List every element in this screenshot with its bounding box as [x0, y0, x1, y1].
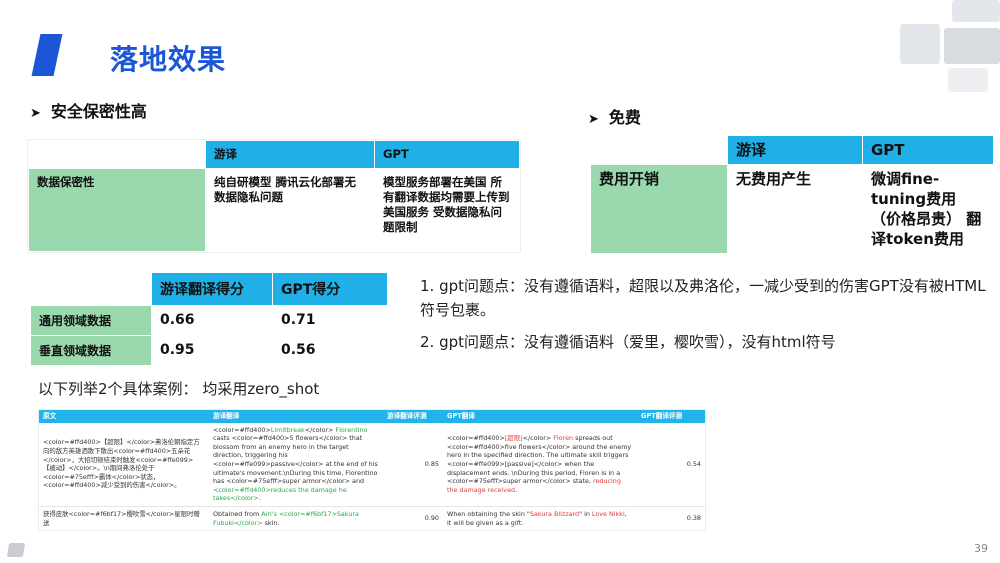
- score-table: 游译翻译得分 GPT得分 通用领域数据 0.66 0.71 垂直领域数据 0.9…: [30, 272, 388, 366]
- case-header-gpt-score: GPT翻译评测: [637, 409, 706, 423]
- col-header-youyi: 游译: [727, 135, 863, 165]
- page-number: 39: [974, 542, 988, 555]
- youyi-vertical-score: 0.95: [151, 335, 273, 366]
- brand-logo-icon: [6, 543, 26, 557]
- security-table: 游译 GPT 数据保密性 纯自研模型 腾讯云化部署无数据隐私问题 模型服务部署在…: [28, 140, 520, 252]
- title-accent-bar: [31, 34, 63, 76]
- security-heading-text: 安全保密性高: [50, 102, 147, 121]
- security-heading: ➤ 安全保密性高: [30, 98, 147, 122]
- col-header-youyi-score: 游译翻译得分: [151, 272, 273, 306]
- arrow-bullet-icon: ➤: [588, 112, 599, 127]
- gpt-vertical-score: 0.56: [272, 335, 388, 366]
- youyi-general-score: 0.66: [151, 305, 273, 336]
- youyi-cost-cell: 无费用产生: [727, 164, 863, 254]
- row-label-cost: 费用开销: [590, 164, 728, 254]
- gpt-cost-cell: 微调fine-tuning费用（价格昂贵） 翻译token费用: [862, 164, 994, 254]
- case-source-cell: <color=#ffd400>【超限】</color>弗洛伦朝指定方向的敌方英雄…: [38, 422, 209, 507]
- col-header-youyi: 游译: [205, 140, 375, 169]
- arrow-bullet-icon: ➤: [30, 106, 41, 121]
- case-youyi-cell: Obtained from Airi's <color=#f6bf17>Saku…: [213, 509, 359, 527]
- col-header-gpt-score: GPT得分: [272, 272, 388, 306]
- row-label-general: 通用领域数据: [30, 305, 152, 336]
- point-2: 2. gpt问题点：没有遵循语料（爱里，樱吹雪），没有html符号: [420, 333, 836, 351]
- gpt-general-score: 0.71: [272, 305, 388, 336]
- col-header-gpt: GPT: [374, 140, 520, 169]
- case-gpt-score: 0.38: [686, 514, 701, 523]
- cases-caption: 以下列举2个具体案例： 均采用zero_shot: [38, 380, 320, 398]
- case-header-gpt: GPT翻译: [443, 409, 637, 423]
- case-gpt-score: 0.54: [637, 422, 706, 507]
- cost-heading-text: 免费: [608, 108, 641, 127]
- row-label-vertical: 垂直领域数据: [30, 335, 152, 366]
- case-youyi-score: 0.85: [383, 422, 443, 507]
- row-label-confidentiality: 数据保密性: [28, 168, 206, 252]
- gpt-confidentiality-cell: 模型服务部署在美国 所有翻译数据均需要上传到美国服务 受数据隐私问题限制: [374, 168, 520, 252]
- cost-table: 游译 GPT 费用开销 无费用产生 微调fine-tuning费用（价格昂贵） …: [590, 135, 994, 254]
- corner-decoration: [948, 68, 988, 92]
- youyi-confidentiality-cell: 纯自研模型 腾讯云化部署无数据隐私问题: [205, 168, 375, 252]
- case-gpt-cell: When obtaining the skin "Sakura Blizzard…: [447, 509, 627, 527]
- case-table: 原文 游译翻译 游译翻译评测 GPT翻译 GPT翻译评测 <color=#ffd…: [38, 409, 706, 532]
- slide-title: 落地效果: [110, 43, 227, 76]
- case-header-source: 原文: [38, 409, 209, 423]
- col-header-gpt: GPT: [862, 135, 994, 165]
- corner-decoration: [944, 28, 1000, 64]
- case-gpt-cell: <color=#ffd400>[超限]</color> Floren sprea…: [443, 422, 637, 507]
- corner-decoration: [952, 0, 1000, 22]
- corner-decoration: [900, 24, 940, 64]
- case-header-youyi-score: 游译翻译评测: [383, 409, 443, 423]
- case-source-cell: 获得皮肤<color=#f6bf17>樱吹雪</color>星限时赠送: [43, 509, 200, 527]
- case-header-youyi: 游译翻译: [209, 409, 383, 423]
- cost-heading: ➤ 免费: [588, 104, 641, 128]
- table-corner: [590, 135, 728, 165]
- table-corner: [30, 272, 152, 306]
- point-1: 1. gpt问题点：没有遵循语料，超限以及弗洛伦，一减少受到的伤害GPT没有被H…: [420, 277, 986, 319]
- case-youyi-cell: <color=#ffd400>Limitbreak</color> Floren…: [209, 422, 383, 507]
- case-youyi-score: 0.90: [424, 514, 439, 523]
- table-corner: [28, 140, 206, 169]
